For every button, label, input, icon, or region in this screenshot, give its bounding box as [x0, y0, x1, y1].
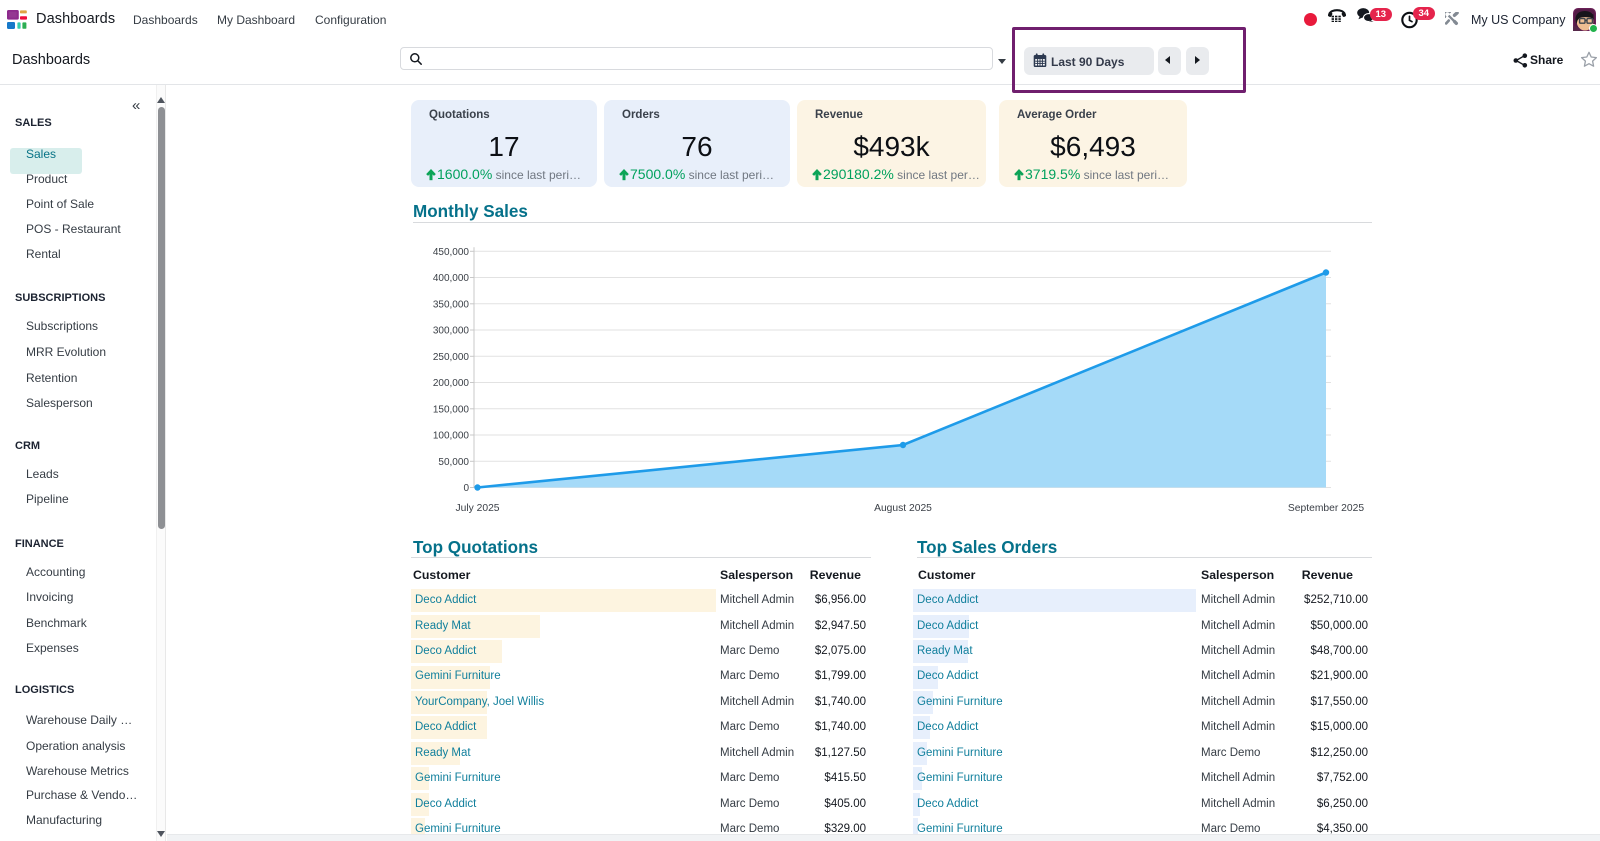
- svg-text:350,000: 350,000: [433, 299, 470, 310]
- svg-text:50,000: 50,000: [438, 457, 469, 468]
- svg-text:450,000: 450,000: [433, 247, 470, 258]
- svg-text:250,000: 250,000: [433, 352, 470, 363]
- svg-text:July 2025: July 2025: [455, 503, 499, 514]
- svg-text:0: 0: [463, 483, 469, 494]
- svg-text:September 2025: September 2025: [1288, 503, 1364, 514]
- svg-text:August 2025: August 2025: [874, 503, 932, 514]
- svg-text:100,000: 100,000: [433, 431, 470, 442]
- svg-text:150,000: 150,000: [433, 404, 470, 415]
- svg-text:300,000: 300,000: [433, 326, 470, 337]
- svg-text:400,000: 400,000: [433, 273, 470, 284]
- svg-text:200,000: 200,000: [433, 378, 470, 389]
